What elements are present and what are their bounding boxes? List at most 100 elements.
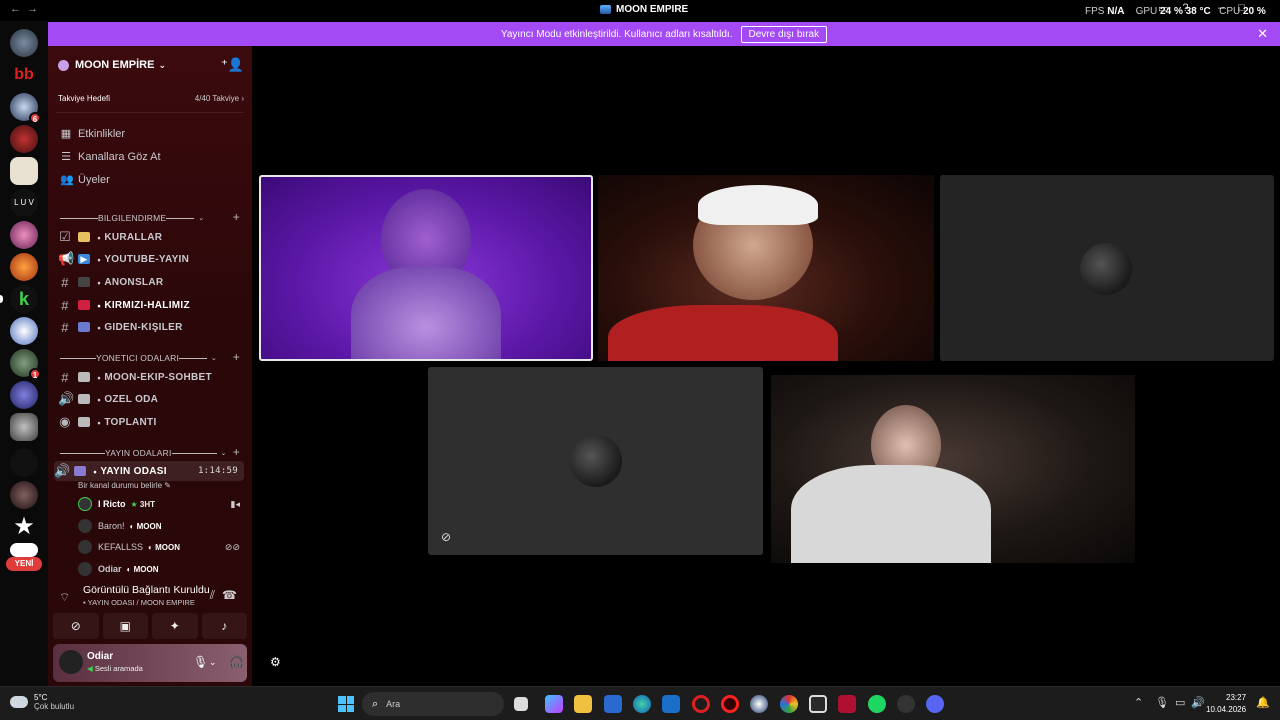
chrome-icon[interactable] [780, 695, 798, 713]
server-icon[interactable] [10, 157, 38, 185]
nav-members[interactable]: 👥 Üyeler [60, 171, 110, 189]
nav-events[interactable]: ▦ Etkinlikler [60, 125, 125, 143]
file-explorer-icon[interactable] [574, 695, 592, 713]
server-icon[interactable] [10, 317, 38, 345]
server-icon-kick[interactable]: k [10, 285, 38, 313]
channel-red[interactable]: # ・ KIRMIZI-HALIMIZ [58, 296, 244, 314]
taskbar-search[interactable]: ⌕ Ara [362, 692, 504, 716]
server-icon[interactable]: 1 [10, 349, 41, 380]
video-tile[interactable] [598, 175, 934, 361]
server-icon[interactable] [10, 253, 38, 281]
channel-rules[interactable]: ☑ ・ KURALLAR [58, 228, 244, 246]
connection-status[interactable]: Görüntülü Bağlantı Kuruldu [83, 584, 210, 596]
video-tile[interactable] [771, 375, 1135, 563]
channel-youtube[interactable]: 📢 ▶ ・ YOUTUBE-YAYIN [58, 250, 244, 268]
server-icon-bb[interactable]: bb [10, 61, 38, 89]
adobe-icon[interactable] [838, 695, 856, 713]
store-icon[interactable] [604, 695, 622, 713]
signal-icon[interactable]: ⌔ [59, 590, 70, 605]
noise-suppression-icon[interactable]: ⫽ [210, 588, 215, 603]
maximize-icon[interactable]: □ [1238, 2, 1245, 14]
activities-button[interactable]: ✦ [152, 613, 198, 639]
minecraft-icon[interactable] [809, 695, 827, 713]
chevron-down-icon[interactable]: ⌄ [209, 657, 217, 668]
connection-location[interactable]: ▪ YAYIN ODASI / MOON EMPIRE [83, 598, 195, 607]
minimize-icon[interactable]: – [1218, 2, 1224, 14]
channel-meeting[interactable]: ◉ ・ TOPLANTI [58, 413, 244, 431]
boost-goal[interactable]: Takviye Hedefi 4/40 Takviye › [58, 90, 244, 106]
channel-status[interactable]: Bir kanal durumu belirle ✎ [78, 481, 171, 490]
disable-streamer-mode-button[interactable]: Devre dışı bırak [740, 25, 828, 43]
clock[interactable]: 23:27 10.04.2026 [1206, 692, 1246, 716]
username[interactable]: Odiar [87, 651, 113, 662]
voice-user[interactable]: Odiar ◐ MOON [78, 560, 244, 578]
video-tile-avatar[interactable]: ⊘ [428, 367, 763, 555]
video-tile[interactable] [259, 175, 593, 361]
task-view-icon[interactable] [514, 697, 528, 711]
category-admin[interactable]: YONETICI ODALARI ⌄ + [60, 350, 244, 364]
add-channel-icon[interactable]: + [233, 210, 240, 224]
new-badge: YENİ [6, 557, 42, 571]
video-tile-avatar[interactable] [940, 175, 1274, 361]
server-icon[interactable] [10, 543, 38, 557]
share-screen-button[interactable]: ▣ [102, 613, 148, 639]
help-icon[interactable]: ? [1182, 2, 1188, 15]
nav-arrows[interactable]: ←→ [10, 3, 44, 15]
category-stream[interactable]: YAYIN ODALARI ⌄ + [60, 445, 244, 459]
voice-user[interactable]: I Ricto ★ 3HT ▮◂ [78, 495, 244, 513]
spotify-icon[interactable] [868, 695, 886, 713]
moon-icon: ◐ [129, 521, 135, 531]
gear-icon[interactable]: ⚙ [270, 655, 281, 669]
channel-stream-room[interactable]: 🔊 ・ YAYIN ODASI 1:14:59 [54, 461, 244, 481]
server-icon[interactable]: 6 [10, 93, 41, 124]
forward-arrow-icon[interactable]: → [27, 3, 44, 15]
inbox-icon[interactable]: ▭ [1158, 2, 1168, 15]
voice-user[interactable]: Baron! ◐ MOON [78, 517, 244, 535]
close-icon[interactable]: ✕ [1257, 26, 1268, 42]
outlook-icon[interactable] [662, 695, 680, 713]
app-icon[interactable] [897, 695, 915, 713]
headphones-icon[interactable]: 🎧 [229, 655, 244, 669]
windows-start-icon[interactable] [338, 696, 354, 712]
star-icon[interactable]: ★ [10, 513, 38, 541]
server-icon[interactable] [10, 29, 38, 57]
server-icon[interactable] [10, 413, 38, 441]
weather-widget[interactable]: 5°C Çok bulutlu [10, 693, 74, 711]
edge-icon[interactable] [633, 695, 651, 713]
camera-off-button[interactable]: ⊘ [53, 613, 99, 639]
server-icon[interactable] [10, 125, 38, 153]
steam-icon[interactable] [750, 695, 768, 713]
back-arrow-icon[interactable]: ← [10, 3, 27, 15]
add-channel-icon[interactable]: + [233, 445, 240, 459]
server-header[interactable]: MOON EMPİRE ⌄ ⁺👤 [58, 56, 244, 74]
category-info[interactable]: BILGILENDIRME ⌄ + [60, 210, 244, 224]
channel-private-room[interactable]: 🔊 ・ OZEL ODA [58, 390, 244, 408]
discord-icon[interactable] [926, 695, 944, 713]
server-icon-luv[interactable]: L U V [10, 189, 38, 217]
server-icon[interactable] [10, 221, 38, 249]
copilot-icon[interactable] [545, 695, 563, 713]
nav-browse-channels[interactable]: ☰ Kanallara Göz At [60, 148, 161, 166]
server-icon[interactable] [10, 381, 38, 409]
chevron-up-icon[interactable]: ⌃ [1134, 696, 1143, 709]
opera-icon[interactable] [692, 695, 710, 713]
notification-icon[interactable]: 🔔 [1256, 696, 1270, 709]
volume-icon[interactable]: 🔊 [1191, 696, 1205, 709]
search-icon: ⌕ [372, 697, 379, 710]
invite-people-icon[interactable]: ⁺👤 [221, 57, 244, 73]
channel-team-chat[interactable]: # ・ MOON-EKIP-SOHBET [58, 368, 244, 386]
channel-leaving[interactable]: # ・ GIDEN-KIŞILER [58, 318, 244, 336]
voice-user[interactable]: KEFALLSS ◐ MOON ⊘⊘ [78, 538, 244, 556]
disconnect-icon[interactable]: ☎ [222, 588, 237, 602]
avatar[interactable] [59, 650, 83, 674]
microphone-icon[interactable]: 🎙 [1155, 696, 1169, 709]
soundboard-button[interactable]: ♪ [201, 613, 247, 639]
server-icon[interactable] [10, 449, 38, 477]
microphone-icon[interactable]: 🎙 [193, 655, 208, 669]
opera-gx-icon[interactable] [721, 695, 739, 713]
add-channel-icon[interactable]: + [233, 350, 240, 364]
camera-off-icon: ⊘ [440, 530, 452, 544]
network-icon[interactable]: ▭ [1175, 696, 1185, 709]
channel-announcements[interactable]: # ・ ANONSLAR [58, 273, 244, 291]
server-icon[interactable] [10, 481, 38, 509]
